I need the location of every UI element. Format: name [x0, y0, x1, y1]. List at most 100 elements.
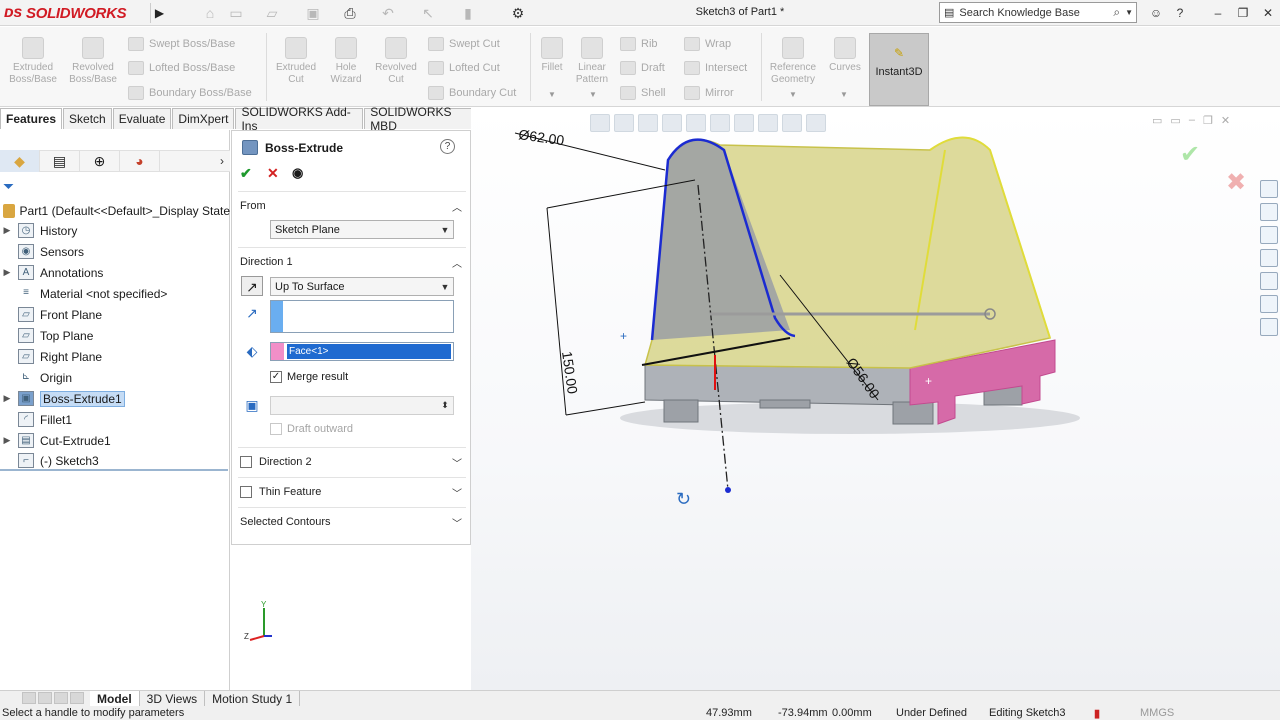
boundary-boss-button[interactable]: Boundary Boss/Base — [128, 83, 252, 103]
tab-motion-study-1[interactable]: Motion Study 1 — [205, 690, 301, 707]
expand-arrow-icon[interactable]: ▶ — [0, 225, 14, 236]
direction-vector-box[interactable] — [270, 300, 454, 333]
options-gear-icon[interactable]: ⚙ — [510, 5, 526, 21]
direction1-section-header[interactable]: Direction 1 ︿ — [240, 253, 462, 271]
feature-tree-tab-icon[interactable]: ◆ — [0, 150, 40, 172]
rebuild-icon[interactable]: ▮ — [460, 5, 476, 21]
configuration-tab-icon[interactable]: ⊕ — [80, 150, 120, 172]
tree-item-origin[interactable]: ⊾ Origin — [0, 368, 228, 387]
direction2-section-header[interactable]: Direction 2 ﹀ — [240, 453, 462, 471]
last-tab-icon[interactable] — [70, 691, 84, 704]
open-folder-icon[interactable]: ▱ — [264, 5, 280, 21]
tab-features[interactable]: Features — [0, 108, 63, 129]
checkbox-unchecked[interactable] — [270, 423, 282, 435]
print-icon[interactable]: ⎙ — [342, 5, 358, 21]
extruded-boss-button[interactable]: Extruded Boss/Base — [6, 37, 60, 86]
tree-item-boss-extrude1[interactable]: ▶ ▣ Boss-Extrude1 — [0, 389, 228, 408]
user-icon[interactable]: ☺ — [1146, 4, 1166, 22]
status-units[interactable]: MMGS — [1140, 707, 1174, 719]
spinner-arrows-icon[interactable]: ⬍ — [437, 400, 453, 411]
end-condition-select[interactable]: Up To Surface ▼ — [270, 277, 454, 296]
new-document-icon[interactable]: ▭ — [228, 5, 244, 21]
collapse-chevron-icon[interactable]: ︿ — [452, 255, 462, 270]
curves-button[interactable]: Curves — [818, 37, 872, 74]
lofted-cut-button[interactable]: Lofted Cut — [428, 58, 500, 78]
tree-item-fillet1[interactable]: ◜ Fillet1 — [0, 410, 228, 429]
home-icon[interactable]: ⌂ — [202, 5, 218, 21]
swept-cut-button[interactable]: Swept Cut — [428, 34, 500, 54]
tree-item-annotations[interactable]: ▶ A Annotations — [0, 263, 228, 282]
tree-item-right-plane[interactable]: ▱ Right Plane — [0, 347, 228, 366]
mirror-button[interactable]: Mirror — [684, 83, 734, 103]
ok-check-icon[interactable]: ✔ — [240, 165, 252, 182]
reverse-direction-icon[interactable]: ↗ — [241, 276, 263, 296]
solidworks-logo[interactable]: ᴅs SOLIDWORKS — [4, 2, 146, 24]
collapse-chevron-icon[interactable]: ︿ — [452, 199, 462, 214]
help-icon[interactable]: ? — [1170, 4, 1190, 22]
expand-arrow-icon[interactable]: ▶ — [0, 267, 14, 278]
prev-tab-icon[interactable] — [38, 691, 52, 704]
revolved-cut-button[interactable]: Revolved Cut — [369, 37, 423, 86]
from-section-header[interactable]: From ︿ — [240, 197, 462, 215]
boundary-cut-button[interactable]: Boundary Cut — [428, 83, 516, 103]
tab-solidworks-addins[interactable]: SOLIDWORKS Add-Ins — [235, 105, 364, 133]
expand-arrow-icon[interactable]: ▶ — [0, 393, 14, 404]
face-selection-box[interactable]: Face<1> — [270, 342, 454, 361]
draft-button[interactable]: Draft — [620, 58, 665, 78]
search-icon[interactable]: ⌕ — [1113, 5, 1120, 20]
property-manager-tab-icon[interactable]: ▤ — [40, 150, 80, 172]
cancel-x-icon[interactable]: ✕ — [267, 165, 279, 182]
revolved-boss-button[interactable]: Revolved Boss/Base — [66, 37, 120, 86]
face-selection-item[interactable]: Face<1> — [287, 344, 451, 359]
extruded-cut-button[interactable]: Extruded Cut — [269, 37, 323, 86]
reference-geometry-button[interactable]: Reference Geometry — [766, 37, 820, 86]
menu-expand-arrow-icon[interactable]: ▶ — [150, 3, 168, 23]
draft-icon[interactable]: ▣ — [241, 395, 263, 415]
draft-angle-spinner[interactable]: ⬍ — [270, 396, 454, 415]
pattern-dropdown-icon[interactable]: ▼ — [589, 90, 597, 99]
help-icon[interactable]: ? — [440, 139, 455, 154]
minimize-button[interactable]: – — [1208, 4, 1228, 22]
selected-contours-section-header[interactable]: Selected Contours ﹀ — [240, 513, 462, 531]
wrap-button[interactable]: Wrap — [684, 34, 731, 54]
undo-icon[interactable]: ↶ — [380, 5, 396, 21]
tab-dimxpert[interactable]: DimXpert — [172, 108, 235, 129]
thin-feature-section-header[interactable]: Thin Feature ﹀ — [240, 483, 462, 501]
restore-button[interactable]: ❐ — [1233, 4, 1253, 22]
search-knowledge-base-input[interactable]: ▤ Search Knowledge Base ⌕ ▼ — [939, 2, 1137, 23]
centerline-endpoint[interactable] — [725, 487, 731, 493]
tree-item-sketch3[interactable]: ⌐ (-) Sketch3 — [0, 451, 228, 470]
draft-outward-checkbox[interactable]: Draft outward — [270, 423, 353, 435]
expand-chevron-icon[interactable]: ﹀ — [452, 515, 462, 530]
tab-model[interactable]: Model — [90, 690, 140, 707]
close-button[interactable]: ✕ — [1258, 4, 1278, 22]
tree-item-top-plane[interactable]: ▱ Top Plane — [0, 326, 228, 345]
save-icon[interactable]: ▣ — [305, 5, 321, 21]
rebuild-indicator-icon[interactable]: ▮ — [1094, 707, 1100, 720]
tree-item-sensors[interactable]: ◉ Sensors — [0, 242, 228, 261]
expand-chevron-icon[interactable]: ﹀ — [452, 485, 462, 500]
merge-result-checkbox[interactable]: ✓ Merge result — [270, 371, 348, 383]
filter-icon[interactable]: ⏷ — [3, 178, 14, 195]
rib-button[interactable]: Rib — [620, 34, 658, 54]
search-dropdown-icon[interactable]: ▼ — [1125, 8, 1136, 17]
tab-evaluate[interactable]: Evaluate — [112, 108, 172, 129]
curves-dropdown-icon[interactable]: ▼ — [840, 90, 848, 99]
linear-pattern-button[interactable]: Linear Pattern — [565, 37, 619, 86]
tree-tabs-more-icon[interactable]: › — [220, 154, 224, 168]
checkbox-unchecked[interactable] — [240, 486, 252, 498]
select-arrow-icon[interactable]: ↖ — [420, 5, 436, 21]
next-tab-icon[interactable] — [54, 691, 68, 704]
model-viewport[interactable]: Ø62.00 150.00 Ø56.00 + + ↻ — [471, 108, 1271, 688]
tab-3d-views[interactable]: 3D Views — [140, 690, 206, 707]
tree-item-material[interactable]: ≡ Material <not specified> — [0, 284, 228, 303]
expand-chevron-icon[interactable]: ﹀ — [452, 455, 462, 470]
checkbox-unchecked[interactable] — [240, 456, 252, 468]
dimension-height-150[interactable]: 150.00 — [559, 350, 581, 395]
tab-solidworks-mbd[interactable]: SOLIDWORKS MBD — [364, 105, 479, 133]
intersect-button[interactable]: Intersect — [684, 58, 747, 78]
rollback-bar[interactable] — [0, 469, 228, 471]
lofted-boss-button[interactable]: Lofted Boss/Base — [128, 58, 235, 78]
hole-wizard-button[interactable]: Hole Wizard — [319, 37, 373, 86]
tree-item-cut-extrude1[interactable]: ▶ ▤ Cut-Extrude1 — [0, 431, 228, 450]
